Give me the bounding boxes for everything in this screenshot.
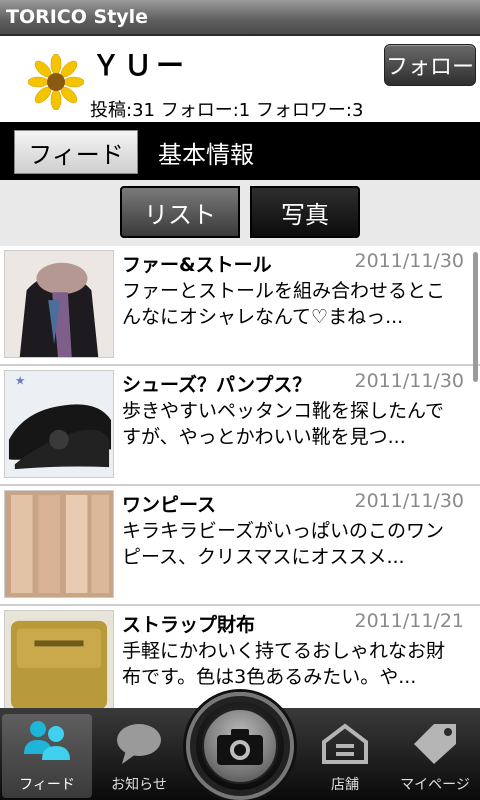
app-title-bar: TORICO Style bbox=[0, 0, 480, 36]
nav-notice[interactable]: お知らせ bbox=[94, 714, 184, 798]
post-row[interactable]: ★ シューズ？パンプス？ 2011/11/30 歩きやすいペッタンコ靴を探したん… bbox=[0, 366, 480, 486]
profile-header: ＹＵー 投稿:31 フォロー:1 フォロワー:3 フォロー bbox=[0, 36, 480, 122]
post-title: シューズ？パンプス？ bbox=[122, 374, 312, 396]
nav-notice-label: お知らせ bbox=[111, 777, 167, 793]
camera-icon bbox=[217, 729, 263, 765]
post-excerpt: キラキラビーズがいっぱいのこのワンピース、クリスマスにオススメ... bbox=[122, 520, 445, 568]
post-title: ファー&ストール bbox=[122, 254, 272, 276]
list-view-button[interactable]: リスト bbox=[120, 186, 240, 238]
post-excerpt: 手軽にかわいく持てるおしゃれなお財布です。色は3色あるみたい。や... bbox=[122, 640, 446, 688]
post-thumbnail: ★ bbox=[4, 370, 114, 478]
nav-feed[interactable]: フィード bbox=[2, 714, 92, 798]
nav-mypage[interactable]: マイページ bbox=[390, 714, 480, 798]
app-title: TORICO Style bbox=[6, 6, 149, 28]
feed-scrollbar[interactable] bbox=[473, 252, 478, 382]
tag-icon bbox=[414, 724, 456, 764]
profile-stats: 投稿:31 フォロー:1 フォロワー:3 bbox=[90, 100, 364, 121]
post-excerpt: 歩きやすいペッタンコ靴を探したんですが、やっとかわいい靴を見つ... bbox=[122, 400, 445, 448]
sunflower-icon bbox=[28, 54, 84, 110]
people-icon bbox=[24, 721, 70, 760]
view-toggle: リスト 写真 bbox=[0, 180, 480, 246]
nav-mypage-label: マイページ bbox=[400, 777, 470, 793]
post-row[interactable]: ワンピース 2011/11/30 キラキラビーズがいっぱいのこのワンピース、クリ… bbox=[0, 486, 480, 606]
profile-name: ＹＵー bbox=[92, 49, 189, 82]
speech-bubble-icon bbox=[117, 724, 161, 764]
profile-tabs: フィード 基本情報 bbox=[0, 122, 480, 180]
post-date: 2011/11/21 bbox=[354, 610, 464, 632]
post-title: ストラップ財布 bbox=[122, 614, 256, 636]
post-thumbnail bbox=[4, 490, 114, 598]
bottom-navigation: フィード お知らせ 店舗 マイページ bbox=[0, 692, 480, 800]
post-thumbnail bbox=[4, 250, 114, 358]
post-row[interactable]: ファー&ストール 2011/11/30 ファーとストールを組み合わせるとこんなに… bbox=[0, 246, 480, 366]
nav-store[interactable]: 店舗 bbox=[300, 714, 390, 798]
camera-button-face bbox=[202, 708, 278, 784]
post-date: 2011/11/30 bbox=[354, 370, 464, 392]
tab-feed[interactable]: フィード bbox=[14, 130, 138, 174]
follow-button[interactable]: フォロー bbox=[384, 44, 476, 86]
post-date: 2011/11/30 bbox=[354, 250, 464, 272]
post-date: 2011/11/30 bbox=[354, 490, 464, 512]
post-title: ワンピース bbox=[122, 494, 217, 516]
post-thumbnail bbox=[4, 610, 114, 708]
post-feed[interactable]: ファー&ストール 2011/11/30 ファーとストールを組み合わせるとこんなに… bbox=[0, 246, 480, 708]
photo-view-button[interactable]: 写真 bbox=[250, 186, 360, 238]
post-excerpt: ファーとストールを組み合わせるとこんなにオシャレなんて♡まねっ... bbox=[122, 280, 446, 328]
nav-store-label: 店舗 bbox=[331, 777, 359, 793]
camera-button[interactable] bbox=[186, 692, 294, 800]
svg-text:★: ★ bbox=[15, 374, 26, 388]
tab-basic-info[interactable]: 基本情報 bbox=[158, 130, 254, 174]
nav-feed-label: フィード bbox=[19, 777, 75, 793]
store-icon bbox=[322, 723, 368, 764]
